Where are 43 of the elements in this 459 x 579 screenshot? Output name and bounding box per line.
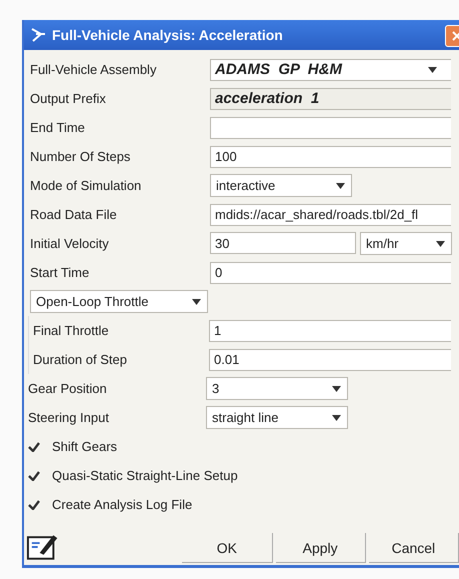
input-field[interactable]: 30 bbox=[210, 232, 356, 254]
checkbox-label: Shift Gears bbox=[52, 439, 118, 454]
field-label: Initial Velocity bbox=[30, 236, 110, 251]
field-label: End Time bbox=[30, 120, 86, 135]
input-field[interactable]: 100 bbox=[210, 146, 451, 168]
field-label: Final Throttle bbox=[33, 323, 110, 338]
dropdown[interactable]: straight line bbox=[206, 406, 348, 429]
field-label: Road Data File bbox=[30, 207, 118, 222]
dialog-button[interactable]: Cancel bbox=[368, 533, 459, 563]
input-field[interactable]: mdids://acar_shared/roads.tbl/2d_fl bbox=[210, 204, 451, 226]
field-label: Full-Vehicle Assembly bbox=[30, 62, 158, 77]
app-icon bbox=[30, 28, 46, 42]
input-field[interactable]: 1 bbox=[209, 320, 451, 342]
field-label: Gear Position bbox=[28, 381, 108, 396]
prefix-field[interactable]: acceleration 1 bbox=[210, 88, 451, 110]
dialog-button[interactable]: OK bbox=[182, 533, 272, 563]
checkbox-label: Quasi-Static Straight-Line Setup bbox=[52, 468, 238, 483]
checkbox-label: Create Analysis Log File bbox=[52, 497, 192, 512]
caret-icon bbox=[332, 386, 341, 392]
field-label: Duration of Step bbox=[33, 352, 128, 367]
caret-icon bbox=[192, 298, 201, 304]
throttle-mode-dropdown[interactable]: Open-Loop Throttle bbox=[30, 290, 208, 313]
field-label: Steering Input bbox=[28, 410, 110, 425]
caret-icon bbox=[436, 240, 445, 246]
input-field[interactable]: 0.01 bbox=[209, 348, 451, 370]
checkbox[interactable] bbox=[28, 500, 40, 510]
caret-icon bbox=[332, 414, 341, 420]
checkbox[interactable] bbox=[28, 470, 40, 480]
checkbox[interactable] bbox=[28, 442, 40, 452]
input-field[interactable]: 0 bbox=[210, 262, 451, 284]
field-label: Output Prefix bbox=[30, 91, 107, 106]
input-field[interactable] bbox=[210, 116, 451, 138]
dialog-button[interactable]: Apply bbox=[276, 533, 366, 563]
dropdown[interactable]: interactive bbox=[210, 174, 352, 197]
unit-dropdown[interactable]: km/hr bbox=[360, 232, 452, 255]
caret-icon bbox=[428, 66, 437, 72]
window-title: Full-Vehicle Analysis: Acceleration bbox=[52, 27, 283, 43]
caret-icon bbox=[336, 182, 345, 188]
assembly-combo[interactable]: ADAMS GP H&M bbox=[210, 58, 451, 80]
dropdown[interactable]: 3 bbox=[206, 377, 348, 400]
field-label: Number Of Steps bbox=[30, 149, 132, 164]
field-label: Start Time bbox=[30, 265, 90, 280]
field-label: Mode of Simulation bbox=[30, 178, 142, 193]
